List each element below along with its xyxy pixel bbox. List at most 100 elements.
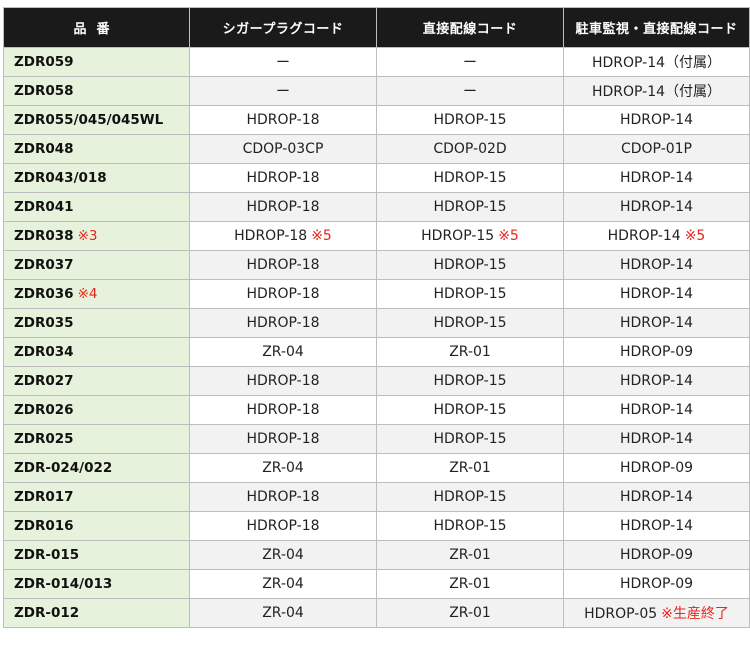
cigar-plug-cell: ZR-04 [189, 598, 377, 628]
direct-wiring-cell-text: HDROP-15 [433, 373, 507, 389]
direct-wiring-cell-text: HDROP-15 [433, 199, 507, 215]
model-cell-text: ZDR025 [14, 431, 74, 447]
cigar-plug-cell-text: CDOP-03CP [242, 141, 324, 157]
direct-wiring-cell: HDROP-15 [376, 308, 564, 338]
parking-monitor-cell-text: CDOP-01P [620, 141, 693, 157]
cigar-plug-cell-text: HDROP-18 [246, 489, 320, 505]
cigar-plug-cell: HDROP-18 [189, 366, 377, 396]
cigar-plug-cell: ー [189, 47, 377, 77]
model-cell: ZDR059 [3, 47, 190, 77]
direct-wiring-cell: ZR-01 [376, 453, 564, 483]
model-cell-text: ZDR048 [14, 141, 74, 157]
table-row: ZDR017 HDROP-18 HDROP-15 HDROP-14 [3, 482, 750, 512]
parking-monitor-cell: HDROP-14 [563, 163, 750, 193]
cigar-plug-cell-text: ー [276, 55, 290, 71]
direct-wiring-cell: HDROP-15 [376, 395, 564, 425]
direct-wiring-cell-note: ※5 [498, 228, 519, 244]
direct-wiring-cell: HDROP-15 [376, 511, 564, 541]
direct-wiring-cell: CDOP-02D [376, 134, 564, 164]
cigar-plug-cell: HDROP-18 [189, 105, 377, 135]
direct-wiring-cell-text: ZR-01 [449, 344, 491, 360]
header-row: 品番 シガープラグコード 直接配線コード 駐車監視・直接配線コード [3, 7, 750, 48]
direct-wiring-cell: HDROP-15 [376, 163, 564, 193]
cigar-plug-cell-note: ※5 [311, 228, 332, 244]
model-cell: ZDR037 [3, 250, 190, 280]
cigar-plug-cell-text: ZR-04 [262, 460, 304, 476]
direct-wiring-cell: ZR-01 [376, 337, 564, 367]
model-cell-text: ZDR043/018 [14, 170, 107, 186]
direct-wiring-cell-text: ZR-01 [449, 605, 491, 621]
parking-monitor-cell: HDROP-09 [563, 540, 750, 570]
table-row: ZDR-015 ZR-04 ZR-01 HDROP-09 [3, 540, 750, 570]
model-cell-text: ZDR-024/022 [14, 460, 113, 476]
table-row: ZDR034 ZR-04 ZR-01 HDROP-09 [3, 337, 750, 367]
direct-wiring-cell: ZR-01 [376, 569, 564, 599]
model-cell-text: ZDR059 [14, 54, 74, 70]
parking-monitor-cell: HDROP-14 [563, 424, 750, 454]
model-cell: ZDR048 [3, 134, 190, 164]
parking-monitor-cell-note: ※生産終了 [661, 606, 729, 622]
cigar-plug-cell: HDROP-18 [189, 395, 377, 425]
cigar-plug-cell: HDROP-18 [189, 163, 377, 193]
parking-monitor-cell: HDROP-14 [563, 511, 750, 541]
cigar-plug-cell: CDOP-03CP [189, 134, 377, 164]
cigar-plug-cell: ZR-04 [189, 540, 377, 570]
cigar-plug-cell-text: HDROP-18 [246, 402, 320, 418]
direct-wiring-cell-text: HDROP-15 [433, 112, 507, 128]
direct-wiring-cell: ZR-01 [376, 540, 564, 570]
direct-wiring-cell-text: ー [463, 55, 477, 71]
model-cell-text: ZDR-012 [14, 605, 80, 621]
header-model: 品番 [3, 7, 190, 48]
table-row: ZDR016 HDROP-18 HDROP-15 HDROP-14 [3, 511, 750, 541]
cigar-plug-cell: HDROP-18 [189, 482, 377, 512]
cigar-plug-cell: HDROP-18 [189, 308, 377, 338]
model-cell-text: ZDR055/045/045WL [14, 112, 164, 128]
direct-wiring-cell-text: HDROP-15 [433, 402, 507, 418]
model-cell-note: ※3 [77, 228, 98, 244]
direct-wiring-cell-text: HDROP-15 [433, 518, 507, 534]
parking-monitor-cell: HDROP-14 [563, 395, 750, 425]
direct-wiring-cell-text: HDROP-15 [433, 286, 507, 302]
parking-monitor-cell-text: HDROP-14 [619, 518, 694, 534]
parking-monitor-cell-text: HDROP-09 [619, 576, 694, 592]
model-cell-text: ZDR016 [14, 518, 74, 534]
model-cell-text: ZDR035 [14, 315, 74, 331]
direct-wiring-cell-text: HDROP-15 [433, 315, 507, 331]
model-cell: ZDR017 [3, 482, 190, 512]
cigar-plug-cell-text: ZR-04 [262, 344, 304, 360]
direct-wiring-cell-text: ー [463, 84, 477, 100]
direct-wiring-cell: HDROP-15 [376, 105, 564, 135]
parking-monitor-cell: HDROP-14 [563, 192, 750, 222]
table-row: ZDR035 HDROP-18 HDROP-15 HDROP-14 [3, 308, 750, 338]
direct-wiring-cell-text: ZR-01 [449, 576, 491, 592]
model-cell-text: ZDR041 [14, 199, 74, 215]
cigar-plug-cell-text: ZR-04 [262, 605, 304, 621]
parking-monitor-cell: HDROP-14 [563, 105, 750, 135]
model-cell: ZDR026 [3, 395, 190, 425]
model-cell: ZDR043/018 [3, 163, 190, 193]
table-row: ZDR026 HDROP-18 HDROP-15 HDROP-14 [3, 395, 750, 425]
direct-wiring-cell-text: HDROP-15 [421, 228, 495, 244]
parking-monitor-cell-text: HDROP-14 [619, 199, 694, 215]
model-cell: ZDR-014/013 [3, 569, 190, 599]
model-cell: ZDR041 [3, 192, 190, 222]
parking-monitor-cell: HDROP-05 ※生産終了 [563, 598, 750, 628]
model-cell: ZDR034 [3, 337, 190, 367]
cigar-plug-cell: HDROP-18 [189, 192, 377, 222]
model-cell-text: ZDR037 [14, 257, 74, 273]
parking-monitor-cell: HDROP-14 [563, 366, 750, 396]
table-row: ZDR043/018 HDROP-18 HDROP-15 HDROP-14 [3, 163, 750, 193]
cigar-plug-cell: HDROP-18 [189, 250, 377, 280]
model-cell: ZDR038 ※3 [3, 221, 190, 251]
parking-monitor-cell-text: HDROP-05 [584, 606, 658, 622]
table-row: ZDR025 HDROP-18 HDROP-15 HDROP-14 [3, 424, 750, 454]
table-row: ZDR041 HDROP-18 HDROP-15 HDROP-14 [3, 192, 750, 222]
model-cell: ZDR055/045/045WL [3, 105, 190, 135]
direct-wiring-cell: HDROP-15 [376, 250, 564, 280]
direct-wiring-cell-text: HDROP-15 [433, 257, 507, 273]
parking-monitor-cell-text: HDROP-14 [619, 373, 694, 389]
cigar-plug-cell: ZR-04 [189, 453, 377, 483]
cigar-plug-cell: ー [189, 76, 377, 106]
parking-monitor-cell-text: HDROP-14 [607, 228, 681, 244]
parking-monitor-cell-text: HDROP-09 [619, 344, 694, 360]
